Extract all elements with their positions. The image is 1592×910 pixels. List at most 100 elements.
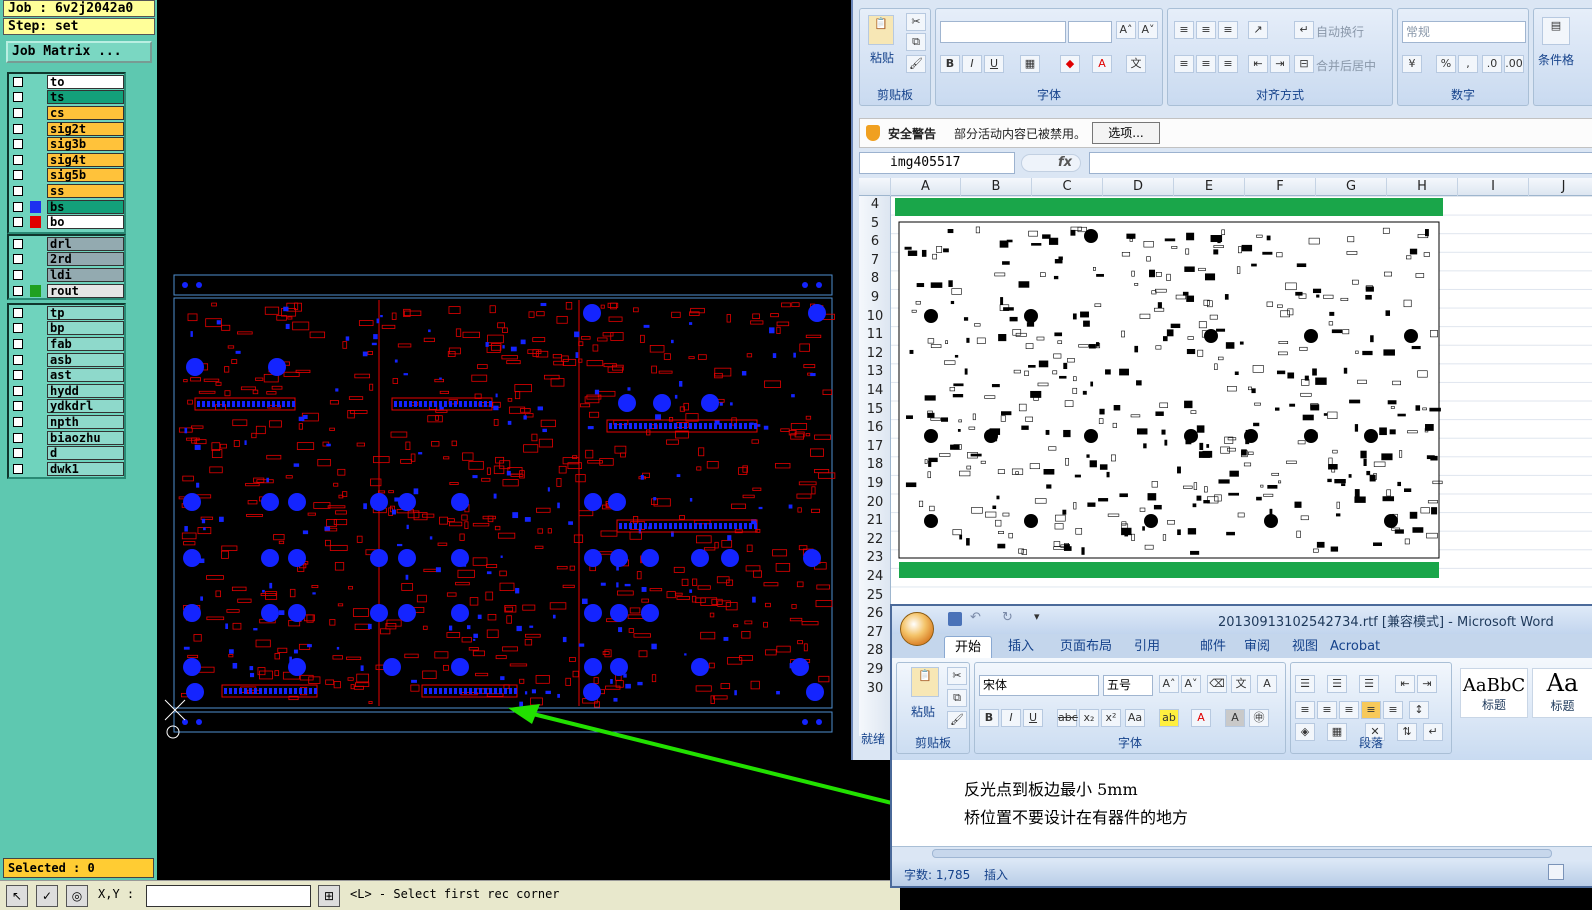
word-paste-icon[interactable]: 📋 xyxy=(911,667,939,697)
layer-checkbox[interactable] xyxy=(13,307,23,318)
grow-font-icon[interactable]: A˄ xyxy=(1116,21,1136,39)
clear-format-icon[interactable]: ⌫ xyxy=(1207,675,1227,693)
layer-checkbox[interactable] xyxy=(13,185,23,196)
layer-name[interactable]: d xyxy=(47,446,124,461)
row-header[interactable]: 30 xyxy=(859,680,891,699)
row-header[interactable]: 17 xyxy=(859,438,891,457)
layer-checkbox[interactable] xyxy=(13,76,23,87)
decrease-indent-icon[interactable]: ⇤ xyxy=(1248,55,1268,73)
strikethrough-icon[interactable]: abc xyxy=(1057,709,1078,727)
word-align-right-icon[interactable]: ≡ xyxy=(1339,701,1359,719)
layer-checkbox[interactable] xyxy=(13,123,23,134)
column-header[interactable]: J xyxy=(1529,178,1592,196)
layer-checkbox[interactable] xyxy=(13,107,23,118)
word-bold-icon[interactable]: B xyxy=(979,709,999,727)
layer-checkbox[interactable] xyxy=(13,238,23,249)
fill-color-icon[interactable]: ◆ xyxy=(1060,55,1080,73)
layer-name[interactable]: ldi xyxy=(47,267,124,282)
increase-indent-icon[interactable]: ⇥ xyxy=(1270,55,1290,73)
fx-icon[interactable]: fx xyxy=(1058,155,1072,170)
job-matrix-button[interactable]: Job Matrix ... xyxy=(6,41,152,63)
row-header[interactable]: 26 xyxy=(859,605,891,624)
coordinate-input[interactable] xyxy=(146,885,311,907)
row-header[interactable]: 13 xyxy=(859,363,891,382)
word-italic-icon[interactable]: I xyxy=(1001,709,1021,727)
word-phonetic-icon[interactable]: 文 xyxy=(1231,675,1251,693)
layer-checkbox[interactable] xyxy=(13,401,23,412)
column-header[interactable]: A xyxy=(891,178,961,196)
row-header[interactable]: 19 xyxy=(859,475,891,494)
word-cut-icon[interactable]: ✂ xyxy=(947,667,967,685)
document-page[interactable]: 反光点到板边最小 5mm 桥位置不要设计在有器件的地方 xyxy=(892,760,1592,846)
bullets-icon[interactable]: ☰ xyxy=(1295,675,1315,693)
comma-icon[interactable]: , xyxy=(1458,55,1478,73)
insert-mode[interactable]: 插入 xyxy=(984,866,1008,883)
word-shrink-font-icon[interactable]: A˅ xyxy=(1181,675,1201,693)
layer-row-cs[interactable]: cs xyxy=(9,105,124,121)
char-shading-icon[interactable]: A xyxy=(1225,709,1245,727)
column-header[interactable]: I xyxy=(1458,178,1529,196)
font-color-icon[interactable]: A xyxy=(1092,55,1112,73)
excel-font-size-combo[interactable] xyxy=(1068,21,1112,43)
currency-icon[interactable]: ¥ xyxy=(1402,55,1422,73)
conditional-format-icon[interactable]: ▤ xyxy=(1542,17,1570,45)
layer-checkbox[interactable] xyxy=(13,254,23,265)
word-font-color-icon[interactable]: A xyxy=(1191,709,1211,727)
excel-font-name-combo[interactable] xyxy=(940,21,1066,43)
word-horizontal-scrollbar[interactable] xyxy=(892,846,1592,860)
layer-name[interactable]: bo xyxy=(47,215,124,230)
style-normal[interactable]: AaBbC 标题 xyxy=(1460,668,1528,718)
word-tab[interactable]: 引用 xyxy=(1124,636,1170,658)
layer-row-tp[interactable]: tp xyxy=(9,305,124,321)
layer-row-rout[interactable]: rout xyxy=(9,283,124,299)
decrease-decimal-icon[interactable]: .00 xyxy=(1504,55,1524,73)
row-header[interactable]: 25 xyxy=(859,587,891,606)
line-spacing-icon[interactable]: ↕ xyxy=(1409,701,1429,719)
bold-icon[interactable]: B xyxy=(940,55,960,73)
layer-name[interactable]: ydkdrl xyxy=(47,399,124,414)
word-font-name-combo[interactable]: 宋体 xyxy=(979,675,1099,696)
row-header[interactable]: 27 xyxy=(859,624,891,643)
row-header[interactable]: 20 xyxy=(859,494,891,513)
layer-row-ts[interactable]: ts xyxy=(9,90,124,106)
numbering-icon[interactable]: ☰ xyxy=(1327,675,1347,693)
undo-icon[interactable]: ↶ xyxy=(970,610,981,625)
layer-row-asb[interactable]: asb xyxy=(9,352,124,368)
row-header[interactable]: 16 xyxy=(859,419,891,438)
word-align-left-icon[interactable]: ≡ xyxy=(1295,701,1315,719)
column-header[interactable]: F xyxy=(1245,178,1316,196)
formula-bar[interactable] xyxy=(1089,152,1592,174)
row-header[interactable]: 6 xyxy=(859,233,891,252)
word-format-painter-icon[interactable]: 🖌 xyxy=(947,711,967,729)
cut-icon[interactable]: ✂ xyxy=(906,13,926,31)
layer-row-d[interactable]: d xyxy=(9,445,124,461)
orientation-icon[interactable]: ↗ xyxy=(1248,21,1268,39)
word-increase-indent-icon[interactable]: ⇥ xyxy=(1417,675,1437,693)
measure-icon[interactable]: ◎ xyxy=(66,885,88,907)
layer-name[interactable]: tp xyxy=(47,305,124,320)
word-tab[interactable]: 审阅 xyxy=(1234,636,1280,658)
align-center-icon[interactable]: ≡ xyxy=(1196,55,1216,73)
layer-checkbox[interactable] xyxy=(13,448,23,459)
word-font-size-combo[interactable]: 五号 xyxy=(1103,675,1153,696)
row-header[interactable]: 22 xyxy=(859,531,891,550)
wrap-text-button[interactable]: 自动换行 xyxy=(1316,23,1364,40)
layer-row-ldi[interactable]: ldi xyxy=(9,267,124,283)
layer-name[interactable]: sig5b xyxy=(47,168,124,183)
layer-checkbox[interactable] xyxy=(13,201,23,212)
layer-row-bp[interactable]: bp xyxy=(9,321,124,337)
italic-icon[interactable]: I xyxy=(962,55,982,73)
layer-name[interactable]: drl xyxy=(47,236,124,251)
layer-name[interactable]: 2rd xyxy=(47,252,124,267)
redo-icon[interactable]: ↻ xyxy=(1002,610,1013,625)
align-bottom-icon[interactable]: ≡ xyxy=(1218,21,1238,39)
row-header[interactable]: 29 xyxy=(859,661,891,680)
column-header[interactable]: D xyxy=(1103,178,1174,196)
name-box[interactable]: img405517 xyxy=(859,152,1015,174)
layer-checkbox[interactable] xyxy=(13,338,23,349)
multilevel-list-icon[interactable]: ☰ xyxy=(1359,675,1379,693)
check-icon[interactable]: ✓ xyxy=(36,885,58,907)
word-count[interactable]: 字数: 1,785 xyxy=(904,866,970,883)
row-header[interactable]: 5 xyxy=(859,215,891,234)
layer-name[interactable]: bp xyxy=(47,321,124,336)
